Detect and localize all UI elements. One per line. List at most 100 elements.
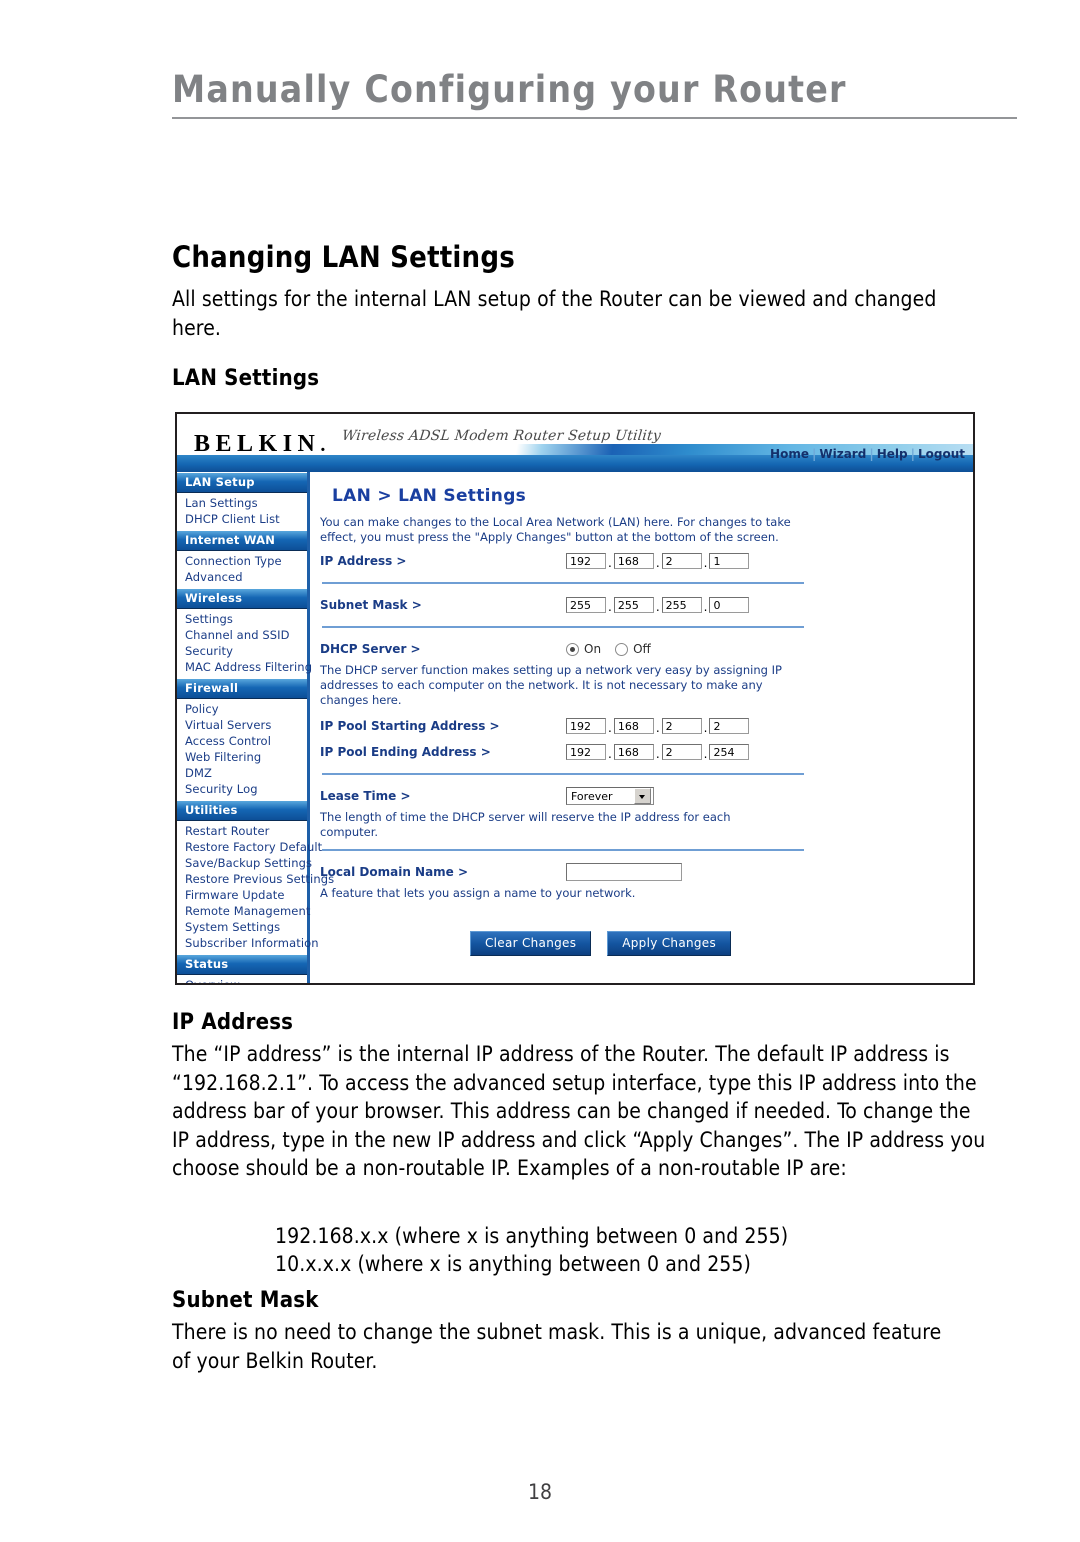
sidebar-item-dhcp-client-list[interactable]: DHCP Client List <box>177 511 307 527</box>
ip-separator: . <box>703 747 708 761</box>
ip-pool-start-octet-1[interactable]: 192 <box>566 718 606 734</box>
ip-separator: . <box>655 600 660 614</box>
sidebar-section-lan-setup: LAN Setup <box>177 472 307 493</box>
ip-pool-start-octet-4[interactable]: 2 <box>709 718 750 734</box>
ip-pool-end-label: IP Pool Ending Address > <box>320 745 491 759</box>
page-number: 18 <box>527 1480 553 1504</box>
dhcp-off-label: Off <box>633 642 651 656</box>
belkin-logo-dot: . <box>320 434 326 456</box>
nav-home[interactable]: Home <box>768 447 811 461</box>
clear-changes-button[interactable]: Clear Changes <box>469 931 592 956</box>
sidebar-item-settings[interactable]: Settings <box>177 611 307 627</box>
lease-time-select[interactable]: Forever <box>566 787 654 805</box>
ip-address-octet-3[interactable]: 2 <box>661 553 702 569</box>
sidebar-item-advanced[interactable]: Advanced <box>177 569 307 585</box>
divider <box>322 626 804 628</box>
subnet-mask-octet-3[interactable]: 255 <box>661 597 702 613</box>
local-domain-input[interactable] <box>566 863 682 881</box>
divider <box>322 582 804 584</box>
sidebar-item-lan-settings[interactable]: Lan Settings <box>177 495 307 511</box>
sidebar-section-internet-wan: Internet WAN <box>177 530 307 551</box>
ip-pool-start-input-group: 192 . 168 . 2 . 2 <box>566 718 750 735</box>
lease-time-label: Lease Time > <box>320 789 411 803</box>
sidebar-list-status: Overview ADSL Line Internet Connection T… <box>177 975 307 983</box>
ip-pool-end-octet-2[interactable]: 168 <box>613 744 654 760</box>
ip-address-body: The “IP address” is the internal IP addr… <box>172 1042 986 1180</box>
ip-pool-end-row: IP Pool Ending Address > 192 . 168 . 2 .… <box>320 740 973 764</box>
sidebar-item-firmware-update[interactable]: Firmware Update <box>177 887 307 903</box>
ip-address-octet-2[interactable]: 168 <box>613 553 654 569</box>
sidebar-list-internet-wan: Connection Type Advanced <box>177 551 307 588</box>
subnet-mask-octet-4[interactable]: 0 <box>709 597 750 613</box>
local-domain-label: Local Domain Name > <box>320 865 469 879</box>
sidebar-item-security[interactable]: Security <box>177 643 307 659</box>
dhcp-off-radio[interactable] <box>615 642 629 656</box>
dhcp-server-label: DHCP Server > <box>320 642 421 656</box>
sidebar-item-virtual-servers[interactable]: Virtual Servers <box>177 717 307 733</box>
ip-pool-start-row: IP Pool Starting Address > 192 . 168 . 2… <box>320 714 973 738</box>
ip-pool-end-octet-4[interactable]: 254 <box>709 744 750 760</box>
dhcp-server-radio-group: On Off <box>566 642 665 656</box>
ip-address-label: IP Address > <box>320 554 407 568</box>
apply-changes-button[interactable]: Apply Changes <box>607 931 732 956</box>
sidebar-item-save-backup-settings[interactable]: Save/Backup Settings <box>177 855 312 871</box>
subnet-mask-heading: Subnet Mask <box>172 1288 319 1313</box>
sidebar-item-channel-and-ssid[interactable]: Channel and SSID <box>177 627 307 643</box>
sidebar-item-remote-management[interactable]: Remote Management <box>177 903 310 919</box>
sidebar-item-system-settings[interactable]: System Settings <box>177 919 307 935</box>
divider <box>322 849 804 851</box>
sidebar-item-dmz[interactable]: DMZ <box>177 765 307 781</box>
ip-separator: . <box>703 600 708 614</box>
subnet-mask-row: Subnet Mask > 255 . 255 . 255 . 0 <box>320 593 973 617</box>
lease-time-value: Forever <box>571 789 613 803</box>
ip-address-octet-1[interactable]: 192 <box>566 553 606 569</box>
sidebar-list-firewall: Policy Virtual Servers Access Control We… <box>177 699 307 800</box>
ip-address-heading: IP Address <box>172 1010 294 1035</box>
page-title: Manually Configuring your Router <box>172 68 847 111</box>
local-domain-note: A feature that lets you assign a name to… <box>320 886 636 900</box>
ip-pool-start-octet-3[interactable]: 2 <box>661 718 702 734</box>
sidebar-item-restore-factory-default[interactable]: Restore Factory Default <box>177 839 322 855</box>
subnet-mask-octet-2[interactable]: 255 <box>613 597 654 613</box>
ip-separator: . <box>703 556 708 570</box>
ip-separator: . <box>655 721 660 735</box>
router-sidebar: LAN Setup Lan Settings DHCP Client List … <box>177 472 334 983</box>
sidebar-item-connection-type[interactable]: Connection Type <box>177 553 307 569</box>
sidebar-item-access-control[interactable]: Access Control <box>177 733 307 749</box>
router-setup-utility-screenshot: BELKIN. Wireless ADSL Modem Router Setup… <box>175 412 975 985</box>
ip-address-octet-4[interactable]: 1 <box>709 553 750 569</box>
nav-help[interactable]: Help <box>875 447 910 461</box>
ip-separator: . <box>608 721 612 735</box>
ip-pool-start-octet-2[interactable]: 168 <box>613 718 654 734</box>
example-non-routable-2: 10.x.x.x (where x is anything between 0 … <box>275 1252 752 1276</box>
ip-separator: . <box>655 747 660 761</box>
ip-separator: . <box>608 556 612 570</box>
sidebar-item-overview[interactable]: Overview <box>177 977 307 983</box>
ip-pool-end-input-group: 192 . 168 . 2 . 254 <box>566 744 750 761</box>
dhcp-on-radio[interactable] <box>566 642 579 656</box>
section-intro: All settings for the internal LAN setup … <box>172 287 937 340</box>
ip-pool-end-octet-3[interactable]: 2 <box>661 744 702 760</box>
router-main-panel: LAN > LAN Settings You can make changes … <box>310 472 973 983</box>
subnet-mask-label: Subnet Mask > <box>320 598 422 612</box>
sidebar-item-web-filtering[interactable]: Web Filtering <box>177 749 307 765</box>
chevron-down-icon[interactable] <box>634 788 651 804</box>
sidebar-item-security-log[interactable]: Security Log <box>177 781 307 797</box>
sidebar-item-mac-address-filtering[interactable]: MAC Address Filtering <box>177 659 312 675</box>
router-body: LAN Setup Lan Settings DHCP Client List … <box>177 472 973 983</box>
dhcp-server-note: The DHCP server function makes setting u… <box>320 663 782 707</box>
local-domain-row: Local Domain Name > <box>320 860 973 884</box>
sidebar-item-subscriber-information[interactable]: Subscriber Information <box>177 935 319 951</box>
nav-wizard[interactable]: Wizard <box>817 447 868 461</box>
nav-logout[interactable]: Logout <box>916 447 967 461</box>
example-non-routable-1: 192.168.x.x (where x is anything between… <box>275 1224 789 1248</box>
ip-separator: . <box>703 721 708 735</box>
sidebar-item-restart-router[interactable]: Restart Router <box>177 823 307 839</box>
ip-pool-end-octet-1[interactable]: 192 <box>566 744 606 760</box>
sidebar-item-restore-previous-settings[interactable]: Restore Previous Settings <box>177 871 334 887</box>
subnet-mask-body: There is no need to change the subnet ma… <box>172 1320 942 1373</box>
router-tagline: Wireless ADSL Modem Router Setup Utility <box>341 428 662 444</box>
subnet-mask-octet-1[interactable]: 255 <box>566 597 606 613</box>
sidebar-item-policy[interactable]: Policy <box>177 701 307 717</box>
sidebar-section-firewall: Firewall <box>177 678 307 699</box>
